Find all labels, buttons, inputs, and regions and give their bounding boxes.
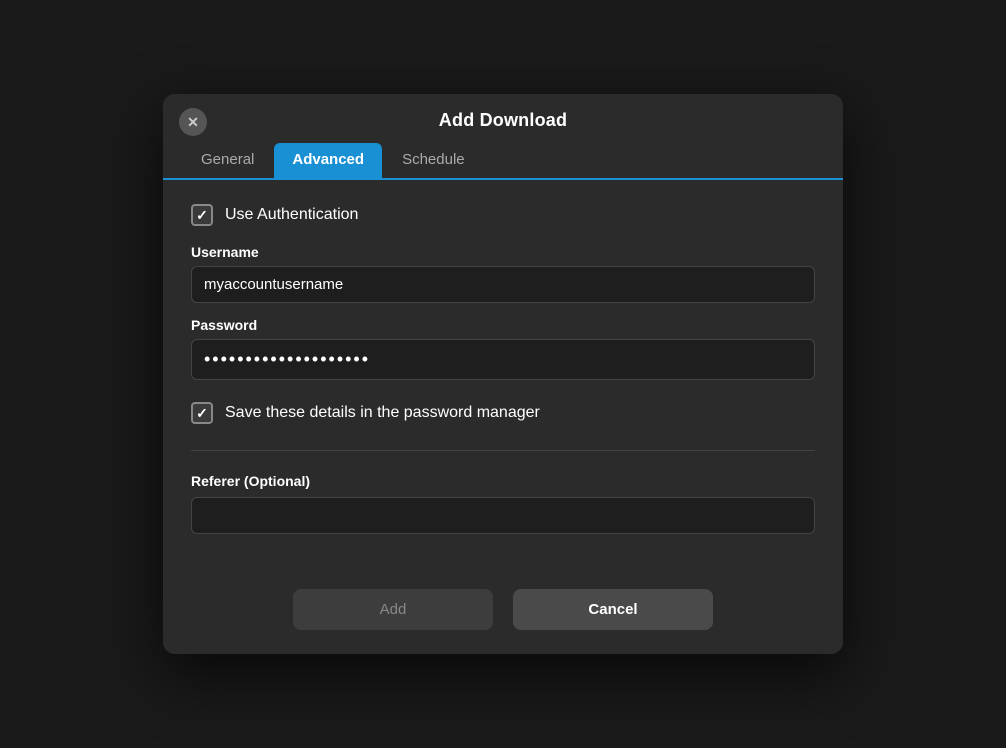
dialog-footer: Add Cancel: [163, 573, 843, 654]
save-checkbox-row[interactable]: ✓ Save these details in the password man…: [191, 402, 815, 424]
tab-general[interactable]: General: [183, 143, 272, 178]
dialog-title: Add Download: [439, 110, 567, 131]
referer-label: Referer (Optional): [191, 473, 815, 489]
add-button[interactable]: Add: [293, 589, 493, 630]
username-section: Username: [191, 244, 815, 303]
referer-section: Referer (Optional): [191, 473, 815, 534]
password-input-display[interactable]: ••••••••••••••••••••: [191, 339, 815, 380]
password-section: Password ••••••••••••••••••••: [191, 317, 815, 380]
cancel-button[interactable]: Cancel: [513, 589, 713, 630]
title-bar: ✕ Add Download: [163, 94, 843, 131]
auth-checkbox-row[interactable]: ✓ Use Authentication: [191, 204, 815, 226]
close-button[interactable]: ✕: [179, 108, 207, 136]
tabs-container: General Advanced Schedule: [163, 131, 843, 180]
save-checkbox-label: Save these details in the password manag…: [225, 404, 540, 422]
close-icon: ✕: [187, 114, 199, 131]
password-dots: ••••••••••••••••••••: [204, 349, 370, 370]
username-label: Username: [191, 244, 815, 260]
password-label: Password: [191, 317, 815, 333]
save-checkbox[interactable]: ✓: [191, 402, 213, 424]
tab-schedule[interactable]: Schedule: [384, 143, 483, 178]
auth-checkbox-label: Use Authentication: [225, 206, 358, 224]
username-input[interactable]: [191, 266, 815, 303]
save-checkmark: ✓: [196, 406, 208, 420]
tab-content: ✓ Use Authentication Username Password •…: [163, 180, 843, 573]
auth-checkbox[interactable]: ✓: [191, 204, 213, 226]
referer-input[interactable]: [191, 497, 815, 534]
auth-checkmark: ✓: [196, 208, 208, 222]
add-download-dialog: ✕ Add Download General Advanced Schedule…: [163, 94, 843, 654]
divider: [191, 450, 815, 451]
tab-advanced[interactable]: Advanced: [274, 143, 382, 178]
